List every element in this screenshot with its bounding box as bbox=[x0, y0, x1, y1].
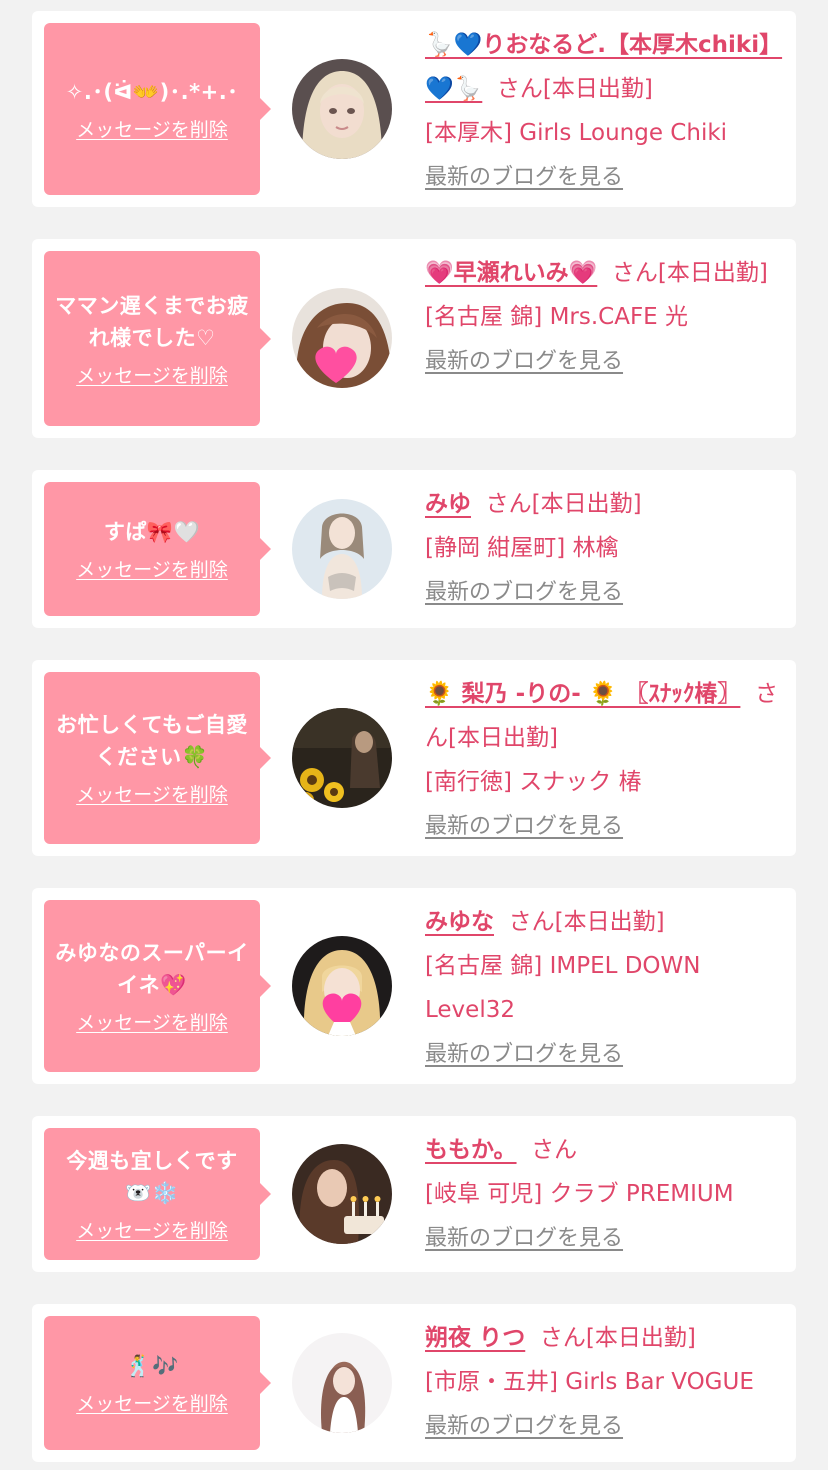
woman-with-candles-photo-icon bbox=[292, 1144, 392, 1244]
message-bubble: お忙しくてもご自愛ください🍀 メッセージを削除 bbox=[44, 672, 271, 844]
message-bubble: 今週も宜しくです🐻‍❄️❄️ メッセージを削除 bbox=[44, 1128, 271, 1260]
latest-blog-link[interactable]: 最新のブログを見る bbox=[425, 810, 784, 844]
message-text: 🕺🎶 bbox=[125, 1354, 179, 1378]
message-bubble: ✧.･(ᐛ👐)･.*+.･ メッセージを削除 bbox=[44, 23, 271, 195]
shop-info: [名古屋 錦] Mrs.CAFE 光 bbox=[425, 304, 689, 330]
message-text: お忙しくてもご自愛ください🍀 bbox=[56, 713, 248, 769]
honorific-status: さん[本日出勤] bbox=[508, 909, 665, 935]
girl-name-link[interactable]: みゆな bbox=[425, 909, 494, 935]
message-text: ママン遅くまでお疲れ様でした♡ bbox=[55, 293, 249, 350]
delete-message-link[interactable]: メッセージを削除 bbox=[76, 118, 228, 142]
latest-blog-link[interactable]: 最新のブログを見る bbox=[425, 576, 784, 610]
delete-message-link[interactable]: メッセージを削除 bbox=[76, 1219, 228, 1243]
girl-name-link[interactable]: ももか。 bbox=[425, 1137, 517, 1163]
message-card: みゆなのスーパーイイネ💖 メッセージを削除 みゆな さん[本日出勤] [名古屋 … bbox=[32, 888, 796, 1084]
message-bubble: みゆなのスーパーイイネ💖 メッセージを削除 bbox=[44, 900, 271, 1072]
honorific-status: さん bbox=[531, 1137, 578, 1163]
girl-info: 💗早瀬れいみ💗 さん[本日出勤] [名古屋 錦] Mrs.CAFE 光 最新のブ… bbox=[425, 251, 784, 379]
girl-info: みゆな さん[本日出勤] [名古屋 錦] IMPEL DOWN Level32 … bbox=[425, 900, 784, 1072]
message-bubble: ママン遅くまでお疲れ様でした♡ メッセージを削除 bbox=[44, 251, 271, 426]
message-text: ✧.･(ᐛ👐)･.*+.･ bbox=[65, 80, 239, 104]
message-bubble: 🕺🎶 メッセージを削除 bbox=[44, 1316, 271, 1450]
message-text: すぱ🎀🤍 bbox=[103, 520, 201, 544]
girl-info: ももか。 さん [岐阜 可児] クラブ PREMIUM 最新のブログを見る bbox=[425, 1128, 784, 1256]
shop-info: [市原・五井] Girls Bar VOGUE bbox=[425, 1369, 754, 1395]
shop-info: [南行徳] スナック 椿 bbox=[425, 769, 642, 795]
honorific-status: さん[本日出勤] bbox=[485, 491, 642, 517]
message-text: 今週も宜しくです🐻‍❄️❄️ bbox=[66, 1149, 238, 1205]
avatar[interactable] bbox=[292, 1333, 392, 1433]
girl-info: みゆ さん[本日出勤] [静岡 紺屋町] 林檎 最新のブログを見る bbox=[425, 482, 784, 610]
latest-blog-link[interactable]: 最新のブログを見る bbox=[425, 1222, 784, 1256]
message-card: お忙しくてもご自愛ください🍀 メッセージを削除 🌻 梨乃 -りの- 🌻 〖ｽﾅｯ… bbox=[32, 660, 796, 856]
woman-on-white-photo-icon bbox=[292, 1333, 392, 1433]
girl-info: 朔夜 りつ さん[本日出勤] [市原・五井] Girls Bar VOGUE 最… bbox=[425, 1316, 784, 1444]
girl-name-link[interactable]: 💗早瀬れいみ💗 bbox=[425, 260, 597, 286]
blonde-woman-with-heart-sticker-photo-icon bbox=[292, 936, 392, 1036]
honorific-status: さん[本日出勤] bbox=[496, 76, 653, 102]
message-card: 🕺🎶 メッセージを削除 朔夜 りつ さん[本日出勤] [市原・五井] Girls… bbox=[32, 1304, 796, 1462]
girl-info: 🪿💙りおなるど.【本厚木chiki】💙🪿 さん[本日出勤] [本厚木] Girl… bbox=[425, 23, 784, 195]
latest-blog-link[interactable]: 最新のブログを見る bbox=[425, 1410, 784, 1444]
message-card: ✧.･(ᐛ👐)･.*+.･ メッセージを削除 🪿💙りおなるど.【本厚木chiki… bbox=[32, 11, 796, 207]
shop-info: [本厚木] Girls Lounge Chiki bbox=[425, 120, 728, 146]
avatar[interactable] bbox=[292, 288, 392, 388]
woman-with-heart-sticker-photo-icon bbox=[292, 288, 392, 388]
shop-info: [静岡 紺屋町] 林檎 bbox=[425, 535, 619, 561]
message-card: 今週も宜しくです🐻‍❄️❄️ メッセージを削除 ももか。 さん [岐阜 可児] … bbox=[32, 1116, 796, 1272]
name-line: 🪿💙りおなるど.【本厚木chiki】💙🪿 さん[本日出勤] bbox=[425, 23, 784, 111]
name-line: 🌻 梨乃 -りの- 🌻 〖ｽﾅｯｸ椿〗 さん[本日出勤] bbox=[425, 672, 784, 760]
girl-name-link[interactable]: みゆ bbox=[425, 491, 471, 517]
latest-blog-link[interactable]: 最新のブログを見る bbox=[425, 161, 784, 195]
name-line: みゆ さん[本日出勤] bbox=[425, 482, 784, 526]
delete-message-link[interactable]: メッセージを削除 bbox=[76, 1011, 228, 1035]
name-line: 朔夜 りつ さん[本日出勤] bbox=[425, 1316, 784, 1360]
blonde-woman-photo-icon bbox=[292, 59, 392, 159]
message-card: ママン遅くまでお疲れ様でした♡ メッセージを削除 💗早瀬れいみ💗 さん[本日出勤… bbox=[32, 239, 796, 438]
message-card: すぱ🎀🤍 メッセージを削除 みゆ さん[本日出勤] [静岡 紺屋町] 林檎 最新… bbox=[32, 470, 796, 628]
avatar[interactable] bbox=[292, 1144, 392, 1244]
shop-info: [名古屋 錦] IMPEL DOWN Level32 bbox=[425, 953, 701, 1023]
sunflower-night-photo-icon bbox=[292, 708, 392, 808]
latest-blog-link[interactable]: 最新のブログを見る bbox=[425, 345, 784, 379]
message-bubble: すぱ🎀🤍 メッセージを削除 bbox=[44, 482, 271, 616]
delete-message-link[interactable]: メッセージを削除 bbox=[76, 783, 228, 807]
avatar[interactable] bbox=[292, 708, 392, 808]
name-line: ももか。 さん bbox=[425, 1128, 784, 1172]
honorific-status: さん[本日出勤] bbox=[611, 260, 768, 286]
woman-in-white-photo-icon bbox=[292, 499, 392, 599]
message-text: みゆなのスーパーイイネ💖 bbox=[55, 941, 249, 997]
delete-message-link[interactable]: メッセージを削除 bbox=[76, 364, 228, 388]
honorific-status: さん[本日出勤] bbox=[539, 1325, 696, 1351]
shop-info: [岐阜 可児] クラブ PREMIUM bbox=[425, 1181, 734, 1207]
message-list: ✧.･(ᐛ👐)･.*+.･ メッセージを削除 🪿💙りおなるど.【本厚木chiki… bbox=[0, 0, 828, 1470]
avatar[interactable] bbox=[292, 499, 392, 599]
girl-name-link[interactable]: 🌻 梨乃 -りの- 🌻 〖ｽﾅｯｸ椿〗 bbox=[425, 681, 740, 707]
delete-message-link[interactable]: メッセージを削除 bbox=[76, 1392, 228, 1416]
girl-info: 🌻 梨乃 -りの- 🌻 〖ｽﾅｯｸ椿〗 さん[本日出勤] [南行徳] スナック … bbox=[425, 672, 784, 844]
avatar[interactable] bbox=[292, 59, 392, 159]
name-line: みゆな さん[本日出勤] bbox=[425, 900, 784, 944]
delete-message-link[interactable]: メッセージを削除 bbox=[76, 558, 228, 582]
latest-blog-link[interactable]: 最新のブログを見る bbox=[425, 1038, 784, 1072]
name-line: 💗早瀬れいみ💗 さん[本日出勤] bbox=[425, 251, 784, 295]
avatar[interactable] bbox=[292, 936, 392, 1036]
girl-name-link[interactable]: 朔夜 りつ bbox=[425, 1325, 525, 1351]
